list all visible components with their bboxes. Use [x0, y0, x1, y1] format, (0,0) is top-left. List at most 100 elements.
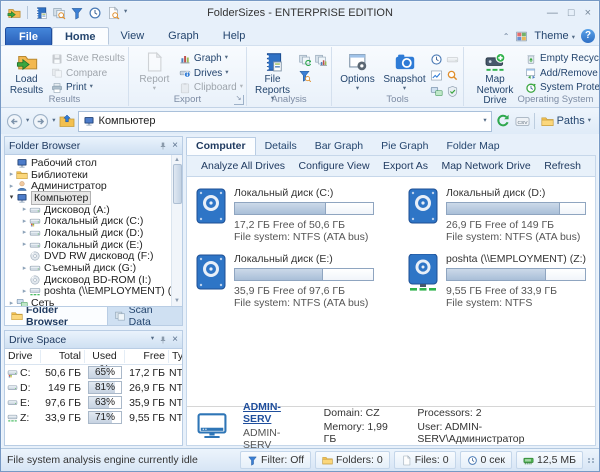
tab-graph[interactable]: Graph	[156, 27, 211, 45]
snapshot-manager-icon[interactable]	[34, 6, 48, 20]
minimize-button[interactable]: —	[547, 7, 558, 19]
search-filter-icon[interactable]	[298, 69, 311, 82]
load-results-button[interactable]: Load Results	[4, 49, 49, 95]
tab-home[interactable]: Home	[51, 27, 109, 45]
drives-button[interactable]: Drives ▾	[179, 67, 243, 80]
drive-tile-z[interactable]: poshta (\\EMPLOYMENT) (Z:) 9,55 ГБ Free …	[407, 253, 599, 319]
tab-details[interactable]: Details	[256, 138, 306, 155]
drive-snapshot-icon[interactable]	[298, 53, 311, 66]
maximize-button[interactable]: □	[568, 7, 575, 19]
location-field[interactable]: Компьютер ▾	[77, 110, 492, 132]
tree-item-removable-g[interactable]: ▸ Съемный диск (G:)	[7, 262, 170, 274]
location-dropdown-caret[interactable]: ▾	[483, 117, 486, 125]
theme-icon[interactable]	[515, 30, 528, 43]
panel-menu-caret[interactable]: ▾	[151, 336, 154, 343]
analyze-all-drives-link[interactable]: Analyze All Drives	[201, 160, 285, 172]
tree-item-drive-a[interactable]: ▸ Дисковод (A:)	[7, 204, 170, 216]
back-button[interactable]	[6, 113, 23, 130]
tree-scrollbar[interactable]: ▲ ▼	[171, 155, 182, 306]
folders-count[interactable]: Folders: 0	[315, 451, 390, 469]
drive-row-d[interactable]: D: 149 ГБ 81% 26,9 ГБ NTFS	[5, 380, 182, 395]
clipboard-button[interactable]: Clipboard ▾	[179, 81, 243, 94]
filter-status[interactable]: Filter: Off	[240, 451, 312, 469]
add-remove-programs-button[interactable]: Add/Remove Programs	[525, 67, 599, 80]
pin-icon[interactable]	[158, 141, 168, 151]
tree-item-libraries[interactable]: ▸ Библиотеки	[7, 169, 170, 181]
tree-item-desktop[interactable]: Рабочий стол	[7, 157, 170, 169]
elapsed-time[interactable]: 0 сек	[459, 451, 512, 469]
options-button[interactable]: Options ▾	[335, 49, 380, 94]
refresh-link[interactable]: Refresh	[544, 160, 581, 172]
col-total[interactable]: Total	[41, 350, 85, 363]
computer-name-link[interactable]: ADMIN-SERV	[243, 401, 308, 425]
col-drive[interactable]: Drive	[5, 350, 41, 363]
file-reports-button[interactable]: File Reports ▾	[250, 49, 295, 102]
memory-usage[interactable]: 12,5 МБ	[516, 451, 583, 469]
help-button[interactable]: ?	[581, 29, 595, 43]
tab-scan-data[interactable]: Scan Data	[108, 304, 182, 328]
back-history-caret[interactable]: ▾	[26, 117, 29, 125]
tree-item-drive-e[interactable]: ▸ Локальный диск (E:)	[7, 239, 170, 251]
up-folder-button[interactable]	[59, 113, 75, 129]
report-button[interactable]: Report ▾	[132, 49, 177, 94]
map-network-drive-button[interactable]: Map Network Drive	[467, 49, 523, 106]
tree-item-bdrom-i[interactable]: Дисковод BD-ROM (I:)	[7, 274, 170, 286]
drive-row-c[interactable]: C: 50,6 ГБ 65% 17,2 ГБ NTFS	[5, 365, 182, 380]
export-dialog-launcher[interactable]: ↘	[234, 95, 244, 105]
files-count[interactable]: Files: 0	[393, 451, 456, 469]
theme-button[interactable]: Theme ▾	[534, 30, 575, 42]
tab-help[interactable]: Help	[211, 27, 258, 45]
tree-item-network[interactable]: ▸ Сеть	[7, 297, 170, 306]
print-button[interactable]: Print ▾	[51, 81, 125, 94]
tree-item-dvd-f[interactable]: DVD RW дисковод (F:)	[7, 250, 170, 262]
load-results-icon[interactable]	[7, 6, 21, 20]
snapshot-button[interactable]: Snapshot ▾	[382, 49, 427, 94]
tab-file[interactable]: File	[5, 27, 52, 45]
csv-export-button[interactable]	[514, 114, 531, 129]
scheduler-icon[interactable]	[430, 53, 443, 66]
forward-button[interactable]	[32, 113, 49, 130]
refresh-button[interactable]	[495, 113, 511, 129]
tab-computer[interactable]: Computer	[186, 137, 256, 155]
save-results-button[interactable]: Save Results	[51, 52, 125, 65]
scroll-up-icon[interactable]: ▲	[174, 157, 180, 163]
tab-folder-map[interactable]: Folder Map	[437, 138, 508, 155]
paths-button[interactable]: Paths ▾	[538, 115, 594, 128]
close-panel-icon[interactable]: ×	[172, 334, 178, 345]
tab-bar-graph[interactable]: Bar Graph	[306, 138, 372, 155]
tree-item-drive-c[interactable]: ▸ Локальный диск (C:)	[7, 215, 170, 227]
col-used[interactable]: Used %	[85, 350, 125, 375]
col-type[interactable]: Type	[169, 350, 182, 363]
tab-folder-browser[interactable]: Folder Browser	[5, 304, 108, 328]
resize-grip[interactable]	[588, 457, 595, 463]
configure-view-link[interactable]: Configure View	[299, 160, 370, 172]
close-button[interactable]: ×	[585, 7, 591, 19]
qat-menu-caret[interactable]: ▾	[124, 9, 127, 16]
scan-report-icon[interactable]	[314, 53, 327, 66]
col-free[interactable]: Free	[125, 350, 169, 363]
graph-button[interactable]: Graph ▾	[179, 52, 243, 65]
scroll-down-icon[interactable]: ▼	[174, 298, 180, 304]
tab-view[interactable]: View	[109, 27, 157, 45]
map-network-drive-link[interactable]: Map Network Drive	[441, 160, 530, 172]
trend-chart-icon[interactable]	[430, 69, 443, 82]
drive-row-e[interactable]: E: 97,6 ГБ 63% 35,9 ГБ NTFS	[5, 395, 182, 410]
tab-pie-graph[interactable]: Pie Graph	[372, 138, 437, 155]
report-preview-icon[interactable]	[106, 6, 120, 20]
close-panel-icon[interactable]: ×	[172, 140, 178, 151]
pin-icon[interactable]	[158, 335, 168, 345]
drive-tile-c[interactable]: Локальный диск (C:) 17,2 ГБ Free of 50,6…	[195, 187, 407, 253]
empty-recycle-bin-button[interactable]: Empty Recycle Bin	[525, 52, 599, 65]
search-tool-icon[interactable]	[446, 69, 459, 82]
filter-icon[interactable]	[70, 6, 84, 20]
scroll-thumb[interactable]	[172, 164, 182, 204]
compare-button[interactable]: Compare	[51, 67, 125, 80]
tree-item-drive-d[interactable]: ▸ Локальный диск (D:)	[7, 227, 170, 239]
disabled-tool-icon[interactable]	[446, 53, 459, 66]
export-as-link[interactable]: Export As	[383, 160, 428, 172]
scheduler-icon[interactable]	[88, 6, 102, 20]
collapse-ribbon-icon[interactable]: ⌃	[503, 32, 510, 41]
drive-row-z[interactable]: Z: 33,9 ГБ 71% 9,55 ГБ NTFS	[5, 410, 182, 425]
drive-tile-d[interactable]: Локальный диск (D:) 26,9 ГБ Free of 149 …	[407, 187, 599, 253]
system-protection-button[interactable]: System Protection	[525, 81, 599, 94]
